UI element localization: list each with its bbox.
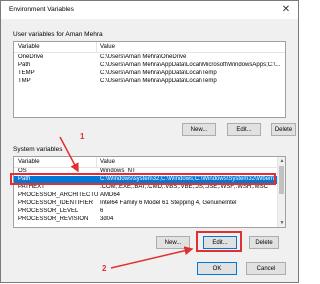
- annotation-arrows: [59, 136, 194, 269]
- annotation-arrow-2: [110, 246, 194, 269]
- annotation-arrow-1: [59, 136, 79, 173]
